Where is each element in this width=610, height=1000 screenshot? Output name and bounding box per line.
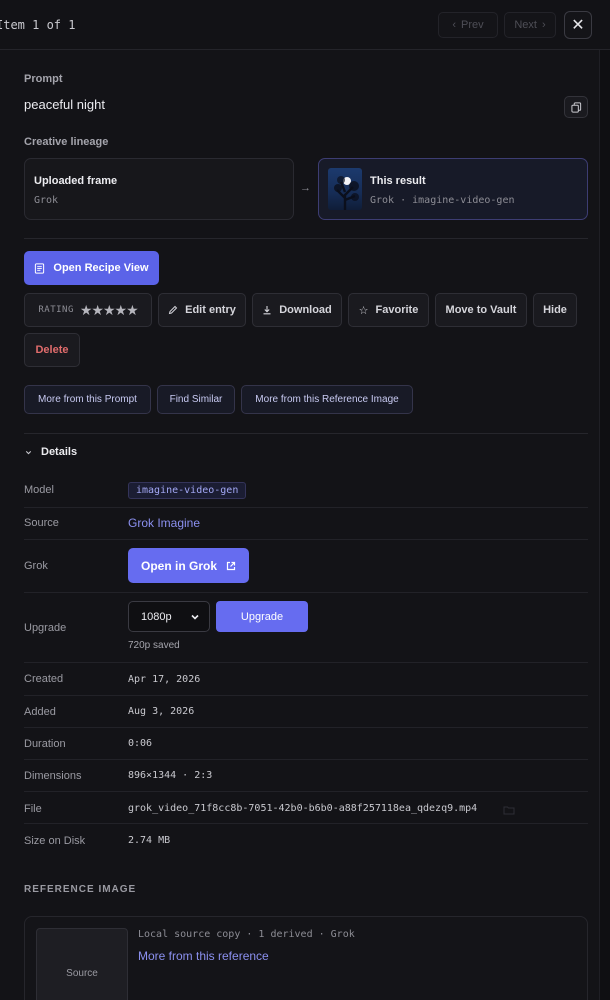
open-in-grok-button[interactable]: Open in Grok xyxy=(128,548,249,583)
resolution-select[interactable]: 1080p xyxy=(128,601,210,632)
copy-prompt-button[interactable] xyxy=(564,96,588,118)
edit-entry-label: Edit entry xyxy=(185,304,236,316)
item-counter: Item 1 of 1 xyxy=(0,18,76,32)
open-in-grok-label: Open in Grok xyxy=(140,558,217,573)
prompt-label: Prompt xyxy=(24,73,63,85)
reference-meta: Local source copy · 1 derived · Grok xyxy=(138,929,355,940)
row-separator xyxy=(24,592,588,593)
copy-icon xyxy=(570,101,581,113)
tree-moon-image xyxy=(334,176,359,210)
file-value: grok_video_71f8cc8b-7051-42b0-b6b0-a88f2… xyxy=(128,803,478,814)
model-tag: imagine-video-gen xyxy=(128,482,247,499)
upgrade-label: Upgrade xyxy=(24,622,67,634)
more-from-reference-button[interactable]: More from this Reference Image xyxy=(241,385,413,414)
row-separator xyxy=(24,727,588,728)
open-recipe-view-button[interactable]: Open Recipe View xyxy=(24,251,159,285)
section-divider xyxy=(24,433,588,434)
document-icon xyxy=(35,262,45,274)
prompt-text: peaceful night xyxy=(24,97,105,112)
row-separator xyxy=(24,791,588,792)
next-button[interactable]: Next › xyxy=(504,12,556,38)
model-label: Model xyxy=(24,484,54,496)
reference-card: Source Local source copy · 1 derived · G… xyxy=(24,916,588,1000)
next-label: Next xyxy=(514,19,537,31)
download-label: Download xyxy=(279,304,332,316)
find-similar-button[interactable]: Find Similar xyxy=(157,385,235,414)
duration-label: Duration xyxy=(24,738,66,750)
chevron-down-icon xyxy=(25,450,32,454)
prev-label: Prev xyxy=(461,19,484,31)
close-icon: ✕ xyxy=(571,17,585,34)
reference-header: REFERENCE IMAGE xyxy=(24,884,137,895)
duration-value: 0:06 xyxy=(128,738,153,749)
details-toggle[interactable]: Details xyxy=(24,446,77,458)
folder-icon[interactable] xyxy=(503,803,515,818)
lineage-uploaded-card[interactable]: Uploaded frame Grok xyxy=(24,158,294,220)
size-label: Size on Disk xyxy=(24,835,86,847)
lineage-result-subtitle: Grok · imagine-video-gen xyxy=(370,195,515,206)
more-from-prompt-button[interactable]: More from this Prompt xyxy=(24,385,151,414)
rating-label: RATING xyxy=(38,305,74,315)
hide-label: Hide xyxy=(543,304,567,316)
move-to-vault-label: Move to Vault xyxy=(445,304,517,316)
row-separator xyxy=(24,662,588,663)
chevron-right-icon: › xyxy=(541,19,546,31)
added-value: Aug 3, 2026 xyxy=(128,706,195,717)
arrow-right-icon: → xyxy=(300,182,311,194)
star-icon: ☆ xyxy=(358,304,369,317)
result-thumbnail xyxy=(328,168,362,210)
row-separator xyxy=(24,759,588,760)
row-separator xyxy=(24,695,588,696)
upgrade-note: 720p saved xyxy=(128,640,180,651)
source-label: Source xyxy=(24,517,59,529)
lineage-result-title: This result xyxy=(370,175,426,187)
rating-control[interactable]: RATING ★★★★★ xyxy=(24,293,152,327)
grok-label: Grok xyxy=(24,560,48,572)
details-header: Details xyxy=(41,446,78,458)
rating-stars[interactable]: ★★★★★ xyxy=(80,302,139,319)
row-separator xyxy=(24,507,588,508)
edit-entry-button[interactable]: Edit entry xyxy=(158,293,246,327)
favorite-label: Favorite xyxy=(375,304,419,316)
upgrade-button[interactable]: Upgrade xyxy=(216,601,308,632)
download-button[interactable]: Download xyxy=(252,293,342,327)
source-link[interactable]: Grok Imagine xyxy=(128,516,200,530)
external-link-icon xyxy=(226,561,236,570)
created-value: Apr 17, 2026 xyxy=(128,674,201,685)
pencil-icon xyxy=(168,305,178,315)
chevron-down-icon xyxy=(191,614,199,620)
recipe-label: Open Recipe View xyxy=(53,262,149,274)
lineage-uploaded-subtitle: Grok xyxy=(34,195,59,206)
dimensions-label: Dimensions xyxy=(24,770,82,782)
viewer-topbar: Item 1 of 1 ‹ Prev Next › ✕ xyxy=(0,0,610,50)
file-label: File xyxy=(24,803,42,815)
dimensions-value: 896×1344 · 2:3 xyxy=(128,770,213,781)
hide-button[interactable]: Hide xyxy=(533,293,577,327)
section-divider xyxy=(24,238,588,239)
delete-button[interactable]: Delete xyxy=(24,333,80,367)
size-value: 2.74 MB xyxy=(128,835,171,846)
chevron-left-icon: ‹ xyxy=(452,19,457,31)
row-separator xyxy=(24,539,588,540)
prev-button[interactable]: ‹ Prev xyxy=(438,12,498,38)
reference-link[interactable]: More from this reference xyxy=(138,949,269,963)
lineage-label: Creative lineage xyxy=(24,136,109,148)
delete-label: Delete xyxy=(35,344,69,356)
reference-thumb-label: Source xyxy=(66,967,98,979)
favorite-button[interactable]: ☆ Favorite xyxy=(348,293,429,327)
resolution-selected: 1080p xyxy=(141,610,172,623)
reference-thumbnail[interactable]: Source xyxy=(36,928,128,1000)
download-icon xyxy=(263,306,271,315)
close-button[interactable]: ✕ xyxy=(564,11,592,39)
row-separator xyxy=(24,823,588,824)
lineage-uploaded-title: Uploaded frame xyxy=(34,175,118,187)
created-label: Created xyxy=(24,673,64,685)
added-label: Added xyxy=(24,706,56,718)
lineage-result-card[interactable]: This result Grok · imagine-video-gen xyxy=(318,158,588,220)
move-to-vault-button[interactable]: Move to Vault xyxy=(435,293,527,327)
